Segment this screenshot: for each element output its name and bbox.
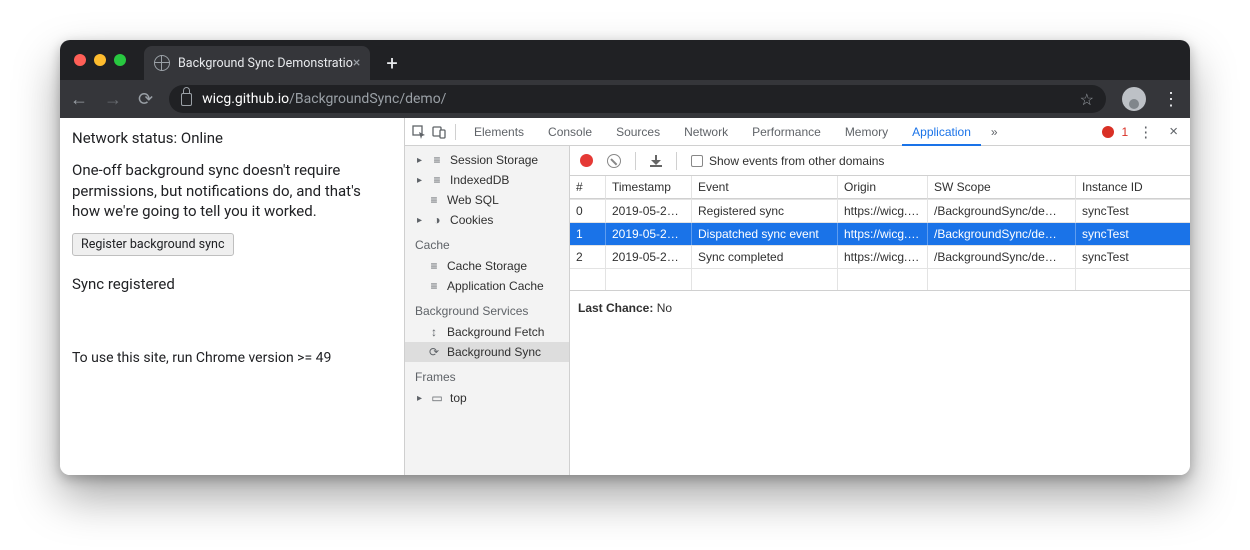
devtools-close-icon[interactable]: ×: [1169, 123, 1178, 140]
error-count[interactable]: 11: [1102, 125, 1129, 139]
tab-console[interactable]: Console: [538, 118, 602, 146]
sidebar-cat-background: Background Services: [405, 296, 569, 322]
page-content: Network status: Online One-off backgroun…: [60, 118, 405, 475]
url-host: wicg.github.io: [202, 91, 289, 107]
browser-toolbar: ← → ⟳ wicg.github.io/BackgroundSync/demo…: [60, 80, 1190, 118]
detail-value: No: [657, 301, 672, 315]
table-header: # Timestamp Event Origin SW Scope Instan…: [570, 176, 1190, 199]
devtools-panel: Elements Console Sources Network Perform…: [405, 118, 1190, 475]
events-table: # Timestamp Event Origin SW Scope Instan…: [570, 176, 1190, 291]
close-tab-icon[interactable]: ×: [353, 55, 360, 71]
sync-status: Sync registered: [72, 274, 392, 294]
close-window-icon[interactable]: [74, 54, 86, 66]
bookmark-star-icon[interactable]: ☆: [1080, 90, 1094, 109]
register-sync-button[interactable]: Register background sync: [72, 233, 234, 256]
table-row[interactable]: [570, 268, 1190, 290]
col-index[interactable]: #: [570, 176, 606, 199]
sidebar-item-background-sync[interactable]: ⟳Background Sync: [405, 342, 569, 362]
browser-tab[interactable]: Background Sync Demonstratio ×: [144, 46, 370, 80]
clear-button[interactable]: [607, 154, 621, 168]
col-swscope[interactable]: SW Scope: [928, 176, 1076, 199]
new-tab-button[interactable]: +: [370, 46, 413, 80]
network-status: Network status: Online: [72, 128, 392, 148]
devtools-menu-icon[interactable]: ⋮: [1138, 123, 1153, 141]
back-button[interactable]: ←: [70, 89, 88, 110]
frame-icon: ▭: [430, 391, 444, 405]
cookie-icon: ◑: [430, 213, 444, 227]
profile-avatar-icon[interactable]: [1122, 87, 1146, 111]
element-picker-icon[interactable]: [411, 124, 427, 140]
maximize-window-icon[interactable]: [114, 54, 126, 66]
fetch-icon: ↕: [427, 325, 441, 339]
col-timestamp[interactable]: Timestamp: [606, 176, 692, 199]
tab-title: Background Sync Demonstratio: [178, 56, 353, 71]
event-details: Last Chance: No: [570, 291, 1190, 325]
col-event[interactable]: Event: [692, 176, 838, 199]
window-controls: [74, 40, 126, 80]
detail-label: Last Chance:: [578, 301, 653, 315]
browser-window: Background Sync Demonstratio × + ← → ⟳ w…: [60, 40, 1190, 475]
forward-button[interactable]: →: [104, 89, 122, 110]
tab-performance[interactable]: Performance: [742, 118, 831, 146]
storage-icon: ≡: [430, 153, 444, 167]
requirement-note: To use this site, run Chrome version >= …: [72, 349, 392, 368]
database-icon: ≡: [430, 173, 444, 187]
sync-icon: ⟳: [427, 345, 441, 359]
sidebar-item-websql[interactable]: ≡Web SQL: [405, 190, 569, 210]
table-row[interactable]: 0 2019-05-2… Registered sync https://wic…: [570, 199, 1190, 222]
tab-network[interactable]: Network: [674, 118, 738, 146]
sidebar-item-application-cache[interactable]: ≡Application Cache: [405, 276, 569, 296]
panel-toolbar: Show events from other domains: [570, 146, 1190, 176]
tab-sources[interactable]: Sources: [606, 118, 670, 146]
tab-memory[interactable]: Memory: [835, 118, 898, 146]
tab-elements[interactable]: Elements: [464, 118, 534, 146]
col-origin[interactable]: Origin: [838, 176, 928, 199]
devtools-tabstrip: Elements Console Sources Network Perform…: [405, 118, 1190, 146]
globe-icon: [154, 55, 170, 71]
table-row[interactable]: 1 2019-05-2… Dispatched sync event https…: [570, 222, 1190, 245]
storage-icon: ≡: [427, 259, 441, 273]
sidebar-cat-frames: Frames: [405, 362, 569, 388]
more-tabs-icon[interactable]: »: [985, 125, 1004, 139]
sidebar-item-session-storage[interactable]: ≡Session Storage: [405, 150, 569, 170]
reload-button[interactable]: ⟳: [138, 89, 153, 110]
sidebar-item-frame-top[interactable]: ▭top: [405, 388, 569, 408]
sidebar-item-background-fetch[interactable]: ↕Background Fetch: [405, 322, 569, 342]
device-toggle-icon[interactable]: [431, 124, 447, 140]
sidebar-cat-cache: Cache: [405, 230, 569, 256]
url-path: /BackgroundSync/demo/: [289, 91, 446, 107]
tab-application[interactable]: Application: [902, 118, 981, 146]
show-other-domains-checkbox[interactable]: Show events from other domains: [691, 154, 884, 168]
database-icon: ≡: [427, 193, 441, 207]
application-sidebar: ≡Session Storage ≡IndexedDB ≡Web SQL ◑Co…: [405, 146, 570, 475]
record-button[interactable]: [580, 154, 593, 167]
sidebar-item-indexeddb[interactable]: ≡IndexedDB: [405, 170, 569, 190]
address-bar[interactable]: wicg.github.io/BackgroundSync/demo/ ☆: [169, 85, 1106, 113]
storage-icon: ≡: [427, 279, 441, 293]
page-blurb: One-off background sync doesn't require …: [72, 160, 392, 221]
sidebar-item-cookies[interactable]: ◑Cookies: [405, 210, 569, 230]
col-instanceid[interactable]: Instance ID: [1076, 176, 1190, 199]
download-button[interactable]: [650, 155, 662, 167]
checkbox-icon: [691, 155, 703, 167]
browser-menu-icon[interactable]: ⋮: [1162, 89, 1180, 110]
lock-icon: [181, 93, 192, 106]
titlebar: Background Sync Demonstratio × +: [60, 40, 1190, 80]
sidebar-item-cache-storage[interactable]: ≡Cache Storage: [405, 256, 569, 276]
table-row[interactable]: 2 2019-05-2… Sync completed https://wicg…: [570, 245, 1190, 268]
background-sync-panel: Show events from other domains # Timesta…: [570, 146, 1190, 475]
minimize-window-icon[interactable]: [94, 54, 106, 66]
